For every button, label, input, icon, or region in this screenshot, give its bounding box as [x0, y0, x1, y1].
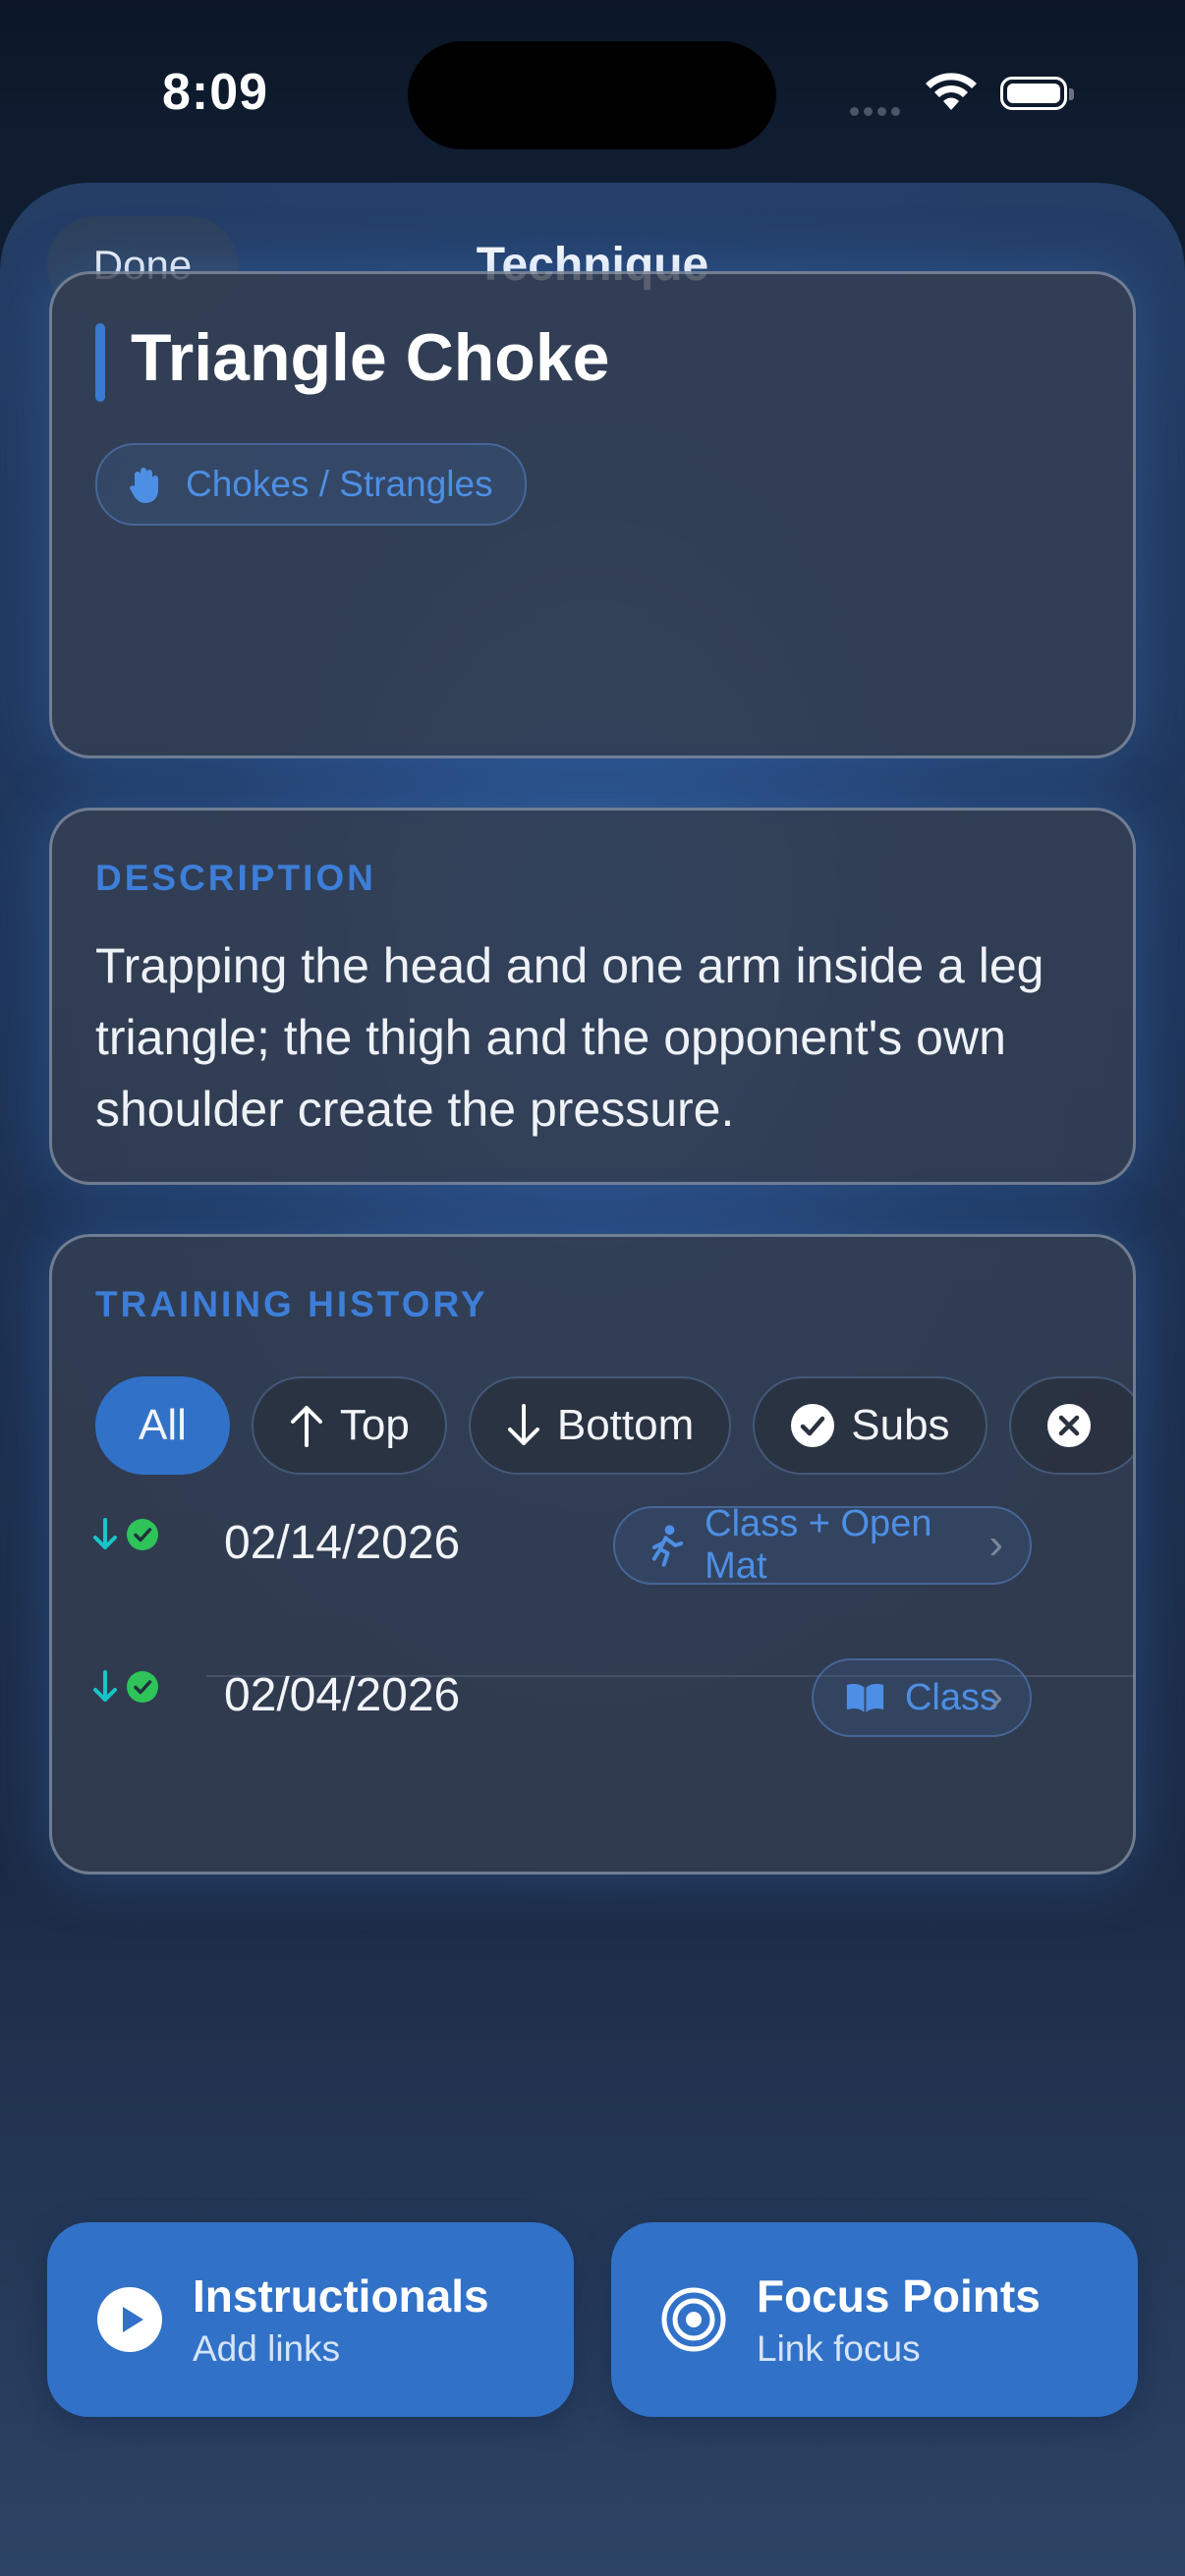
filter-subs[interactable]: Subs: [753, 1376, 988, 1475]
cellular-signal-icon: [850, 103, 905, 121]
check-circle-icon: [127, 1671, 158, 1703]
arrow-up-icon: [290, 1406, 322, 1447]
battery-icon: [1000, 77, 1074, 110]
arrow-down-icon: [93, 1670, 117, 1702]
description-text: Trapping the head and one arm inside a l…: [95, 938, 1044, 1137]
accent-bar: [95, 323, 105, 402]
check-circle-icon: [127, 1519, 158, 1550]
technique-name: Triangle Choke: [131, 320, 610, 395]
book-icon: [846, 1684, 884, 1712]
checkmark-circle-icon: [791, 1404, 835, 1447]
session-type-label: Class + Open Mat: [705, 1503, 932, 1587]
target-icon: [661, 2287, 726, 2352]
filter-label: Top: [339, 1401, 410, 1449]
instructionals-button[interactable]: Instructionals Add links: [47, 2222, 574, 2417]
session-type-label: Class: [904, 1676, 998, 1718]
play-circle-icon: [97, 2287, 162, 2352]
technique-header-card: Triangle Choke Chokes / Strangles: [49, 271, 1136, 758]
filter-label: Bottom: [556, 1401, 695, 1449]
training-history-label: TRAINING HISTORY: [95, 1284, 488, 1324]
instructionals-title: Instructionals: [193, 2270, 489, 2322]
wifi-icon: [926, 73, 977, 110]
history-row[interactable]: 02/04/2026 Class ›: [0, 1621, 1087, 1768]
arrow-down-icon: [507, 1404, 539, 1445]
filter-label: Subs: [851, 1401, 950, 1449]
filter-unsuccessful[interactable]: [1008, 1376, 1133, 1475]
session-date: 02/14/2026: [224, 1517, 461, 1569]
focus-points-subtitle: Link focus: [757, 2328, 921, 2369]
filter-bottom[interactable]: Bottom: [468, 1376, 732, 1475]
filter-label: All: [139, 1401, 187, 1449]
filter-top[interactable]: Top: [251, 1376, 447, 1475]
x-circle-icon: [1046, 1404, 1091, 1447]
chevron-right-icon: ›: [988, 1520, 1003, 1568]
description-label: DESCRIPTION: [95, 858, 376, 898]
focus-points-title: Focus Points: [757, 2270, 1041, 2322]
session-type-chip: Class + Open Mat: [613, 1503, 1032, 1587]
dynamic-island: [408, 41, 776, 149]
category-label: Chokes / Strangles: [186, 464, 493, 504]
arrow-down-icon: [93, 1518, 117, 1549]
instructionals-subtitle: Add links: [193, 2328, 341, 2369]
focus-points-button[interactable]: Focus Points Link focus: [611, 2222, 1138, 2417]
category-chip[interactable]: Chokes / Strangles: [95, 443, 527, 526]
description-card: DESCRIPTION Trapping the head and one ar…: [49, 808, 1136, 1185]
hand-icon: [130, 468, 158, 503]
history-row[interactable]: 02/14/2026 Class + Open Mat ›: [0, 1469, 1087, 1616]
running-figure-icon: [651, 1525, 684, 1567]
filter-bar: All Top Bottom Subs: [95, 1376, 1133, 1475]
status-time: 8:09: [162, 64, 269, 121]
chevron-right-icon: ›: [988, 1672, 1003, 1720]
filter-all[interactable]: All: [95, 1376, 230, 1475]
session-date: 02/04/2026: [224, 1669, 461, 1721]
